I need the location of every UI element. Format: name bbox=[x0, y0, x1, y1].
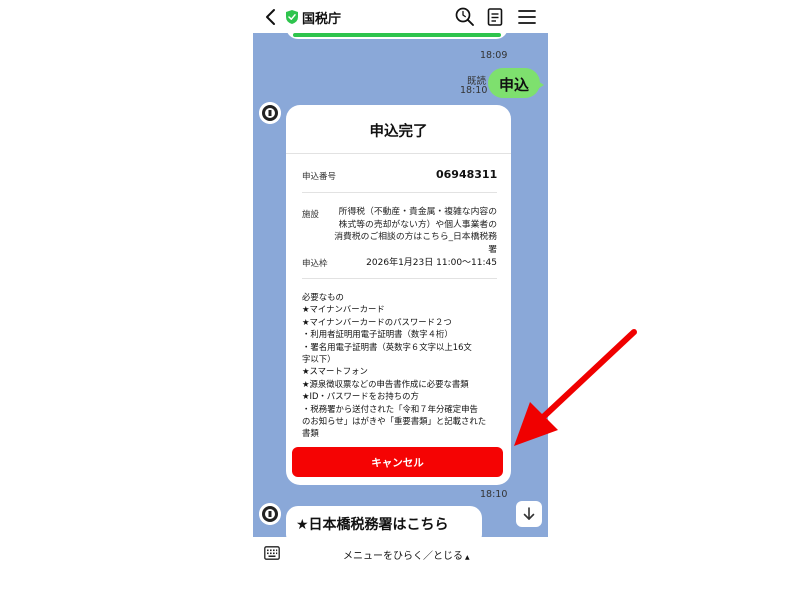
facility-line: 消費税のご相談の方はこちら_日本橋税務 bbox=[334, 232, 497, 242]
card-divider bbox=[286, 153, 511, 154]
slot-value: 2026年1月23日 11:00～11:45 bbox=[366, 258, 497, 268]
required-item-line: 書類 bbox=[302, 428, 319, 439]
notes-icon[interactable] bbox=[485, 7, 505, 27]
next-message-bubble[interactable]: ★日本橋税務署はこちら bbox=[286, 506, 482, 537]
required-item-line: ・署名用電子証明書（英数字６文字以上16文 bbox=[302, 341, 472, 352]
line-chat-screen: 国税庁 18:09 既読 18:10 申込 申込完了 申込番号 06948311… bbox=[253, 0, 548, 600]
tax-office-avatar[interactable] bbox=[259, 503, 281, 525]
required-items-list: 必要なもの ★マイナンバーカード ★マイナンバーカードのパスワード２つ ・利用者… bbox=[302, 291, 499, 440]
required-item-line: 字以下） bbox=[302, 354, 336, 365]
chat-header: 国税庁 bbox=[253, 0, 548, 33]
keyboard-icon[interactable] bbox=[264, 546, 280, 560]
menu-toggle-label: メニューをひらく／とじる bbox=[343, 551, 463, 562]
back-icon[interactable] bbox=[261, 6, 281, 28]
required-item-line: ★マイナンバーカード bbox=[302, 304, 385, 315]
required-item-line: ★ID・パスワードをお持ちの方 bbox=[302, 391, 419, 402]
required-item-line: 必要なもの bbox=[302, 292, 344, 302]
slot-label: 申込枠 bbox=[302, 259, 328, 269]
previous-message-time: 18:09 bbox=[480, 50, 508, 61]
cancel-button[interactable]: キャンセル bbox=[292, 447, 503, 477]
required-item-line: ・税務署から送付された「令和７年分確定申告 bbox=[302, 403, 478, 414]
required-item-line: ★マイナンバーカードのパスワード２つ bbox=[302, 316, 452, 327]
user-message-tail bbox=[536, 80, 544, 90]
facility-value: 所得税（不動産・貴金属・複雑な内容の 株式等の売却がない方）や個人事業者の 消費… bbox=[326, 206, 497, 256]
required-item-line: のお知らせ」はがきや「重要書類」と記載された bbox=[302, 416, 487, 427]
next-message-text: ★日本橋税務署はこちら bbox=[296, 517, 449, 533]
facility-line: 株式等の売却がない方）や個人事業者の bbox=[338, 219, 497, 230]
cancel-button-label: キャンセル bbox=[371, 457, 424, 469]
caret-up-icon: ▲ bbox=[465, 554, 470, 561]
annotation-arrow-icon bbox=[514, 329, 637, 446]
chat-title: 国税庁 bbox=[302, 12, 342, 27]
card-time: 18:10 bbox=[480, 489, 508, 500]
card-title: 申込完了 bbox=[369, 124, 428, 140]
facility-label: 施設 bbox=[302, 210, 320, 220]
chat-area[interactable]: 18:09 既読 18:10 申込 申込完了 申込番号 06948311 施設 … bbox=[253, 33, 548, 537]
card-divider bbox=[302, 192, 497, 193]
arrow-down-icon bbox=[523, 507, 535, 520]
rich-menu-bar: メニューをひらく／とじる ▲ bbox=[253, 537, 548, 600]
verified-shield-icon bbox=[286, 10, 298, 24]
menu-toggle-button[interactable]: メニューをひらく／とじる ▲ bbox=[343, 547, 470, 562]
user-message-bubble[interactable]: 申込 bbox=[488, 68, 540, 98]
application-number-label: 申込番号 bbox=[302, 172, 337, 182]
search-history-icon[interactable] bbox=[454, 6, 476, 28]
required-item-line: ・利用者証明用電子証明書（数字４桁） bbox=[302, 329, 453, 340]
required-item-line: ★スマートフォン bbox=[302, 366, 368, 377]
scroll-to-bottom-button[interactable] bbox=[516, 501, 542, 527]
reservation-card: 申込完了 申込番号 06948311 施設 所得税（不動産・貴金属・複雑な内容の… bbox=[286, 105, 511, 485]
card-divider bbox=[302, 278, 497, 279]
user-message-time: 18:10 bbox=[460, 85, 488, 96]
facility-line: 所得税（不動産・貴金属・複雑な内容の bbox=[338, 207, 497, 217]
application-number-value: 06948311 bbox=[436, 168, 498, 181]
menu-icon[interactable] bbox=[517, 8, 537, 26]
user-message-text: 申込 bbox=[498, 76, 529, 94]
previous-message-green-button[interactable] bbox=[293, 33, 501, 37]
required-item-line: ★源泉徴収票などの申告書作成に必要な書類 bbox=[302, 378, 469, 389]
tax-office-avatar[interactable] bbox=[259, 102, 281, 124]
